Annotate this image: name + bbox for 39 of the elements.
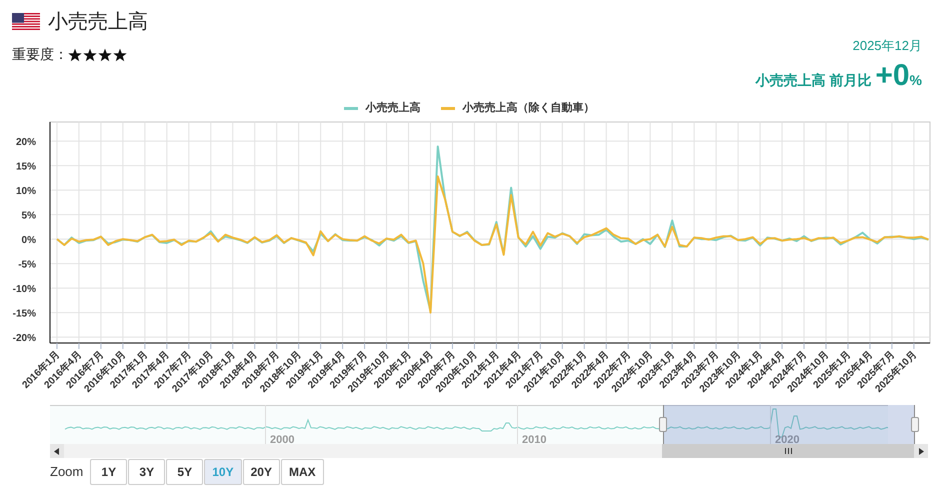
zoom-button[interactable]: 1Y [90,459,128,485]
change-unit: % [910,70,922,90]
y-axis-label: -15% [12,308,36,320]
y-axis-label: -5% [18,260,36,271]
zoom-button[interactable]: MAX [280,459,324,485]
left-arrow-icon [54,448,60,454]
zoom-button[interactable]: 20Y [242,459,280,485]
flag-icon [12,13,40,31]
legend-item[interactable]: 小売売上高（除く自動車） [440,100,594,116]
page-title: 小売売上高 [48,10,148,35]
y-axis-label: 5% [22,210,36,222]
change-label: 小売売上高 前月比 [755,70,872,90]
star-icon [98,48,112,62]
y-axis-label: 0% [22,235,36,246]
legend-item[interactable]: 小売売上高 [344,100,420,116]
importance-label: 重要度： [12,45,68,64]
star-icon [83,48,97,62]
y-axis-label: 10% [16,186,36,198]
zoom-button[interactable]: 5Y [166,459,204,485]
scrollbar-thumb[interactable] [662,444,914,458]
star-icon [68,48,82,62]
period-text: 2025年12月 [852,37,922,55]
scroll-left-button[interactable] [50,444,64,458]
navigator-year-label: 2000 [270,434,294,446]
navigator-handle[interactable] [659,417,667,432]
y-axis-label: 20% [16,137,36,148]
y-axis-label: -20% [12,333,36,344]
scroll-right-button[interactable] [914,444,928,458]
y-axis-label: -10% [12,284,36,296]
navigator-year-label: 2010 [522,434,546,446]
y-axis-label: 15% [16,162,36,173]
star-icon [113,48,127,62]
grip-icon [784,448,792,454]
right-arrow-icon [918,448,924,454]
change-value: +0 [875,60,910,92]
zoom-label: Zoom [50,463,84,482]
zoom-button[interactable]: 3Y [128,459,166,485]
navigator-year-label: 2020 [775,434,800,446]
navigator-handle[interactable] [911,417,919,432]
